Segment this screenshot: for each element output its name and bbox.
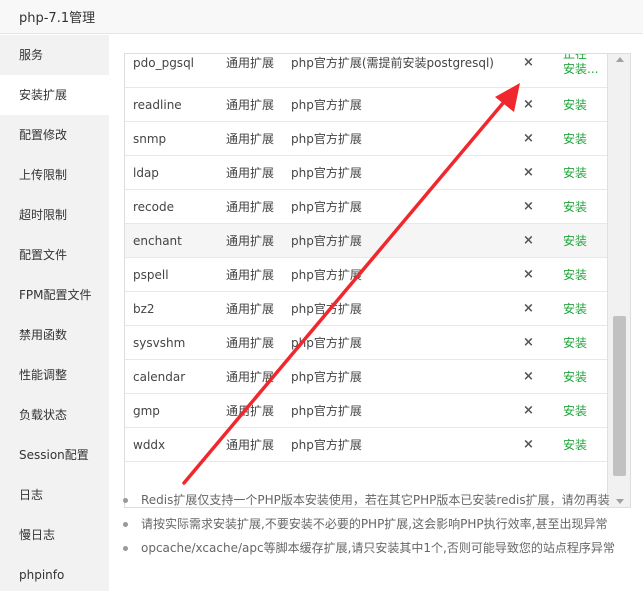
extension-type: 通用扩展 xyxy=(226,336,275,350)
table-row: wddx 通用扩展 php官方扩展 × 安装 xyxy=(125,428,607,462)
install-link[interactable]: 安装 xyxy=(563,326,587,360)
sidebar-item-config-file[interactable]: 配置文件 xyxy=(0,235,109,275)
sidebar-item-fpm-config-file[interactable]: FPM配置文件 xyxy=(0,275,109,315)
extension-name: calendar xyxy=(133,370,186,384)
table-scrollbar[interactable] xyxy=(607,54,630,507)
extension-type: 通用扩展 xyxy=(226,268,275,282)
install-link[interactable]: 安装 xyxy=(563,156,587,190)
extension-table: pdo_pgsql 通用扩展 php官方扩展(需提前安装postgresql) … xyxy=(124,53,631,508)
main-content: pdo_pgsql 通用扩展 php官方扩展(需提前安装postgresql) … xyxy=(109,35,643,591)
extension-name: gmp xyxy=(133,404,160,418)
install-link[interactable]: 安装 xyxy=(563,360,587,394)
install-link[interactable]: 安装 xyxy=(563,122,587,156)
sidebar-item-phpinfo[interactable]: phpinfo xyxy=(0,555,109,591)
table-row: snmp 通用扩展 php官方扩展 × 安装 xyxy=(125,122,607,156)
table-row: readline 通用扩展 php官方扩展 × 安装 xyxy=(125,88,607,122)
close-icon: × xyxy=(523,131,534,146)
extension-description: php官方扩展 xyxy=(291,200,362,214)
extension-description: php官方扩展 xyxy=(291,438,362,452)
sidebar-item-slow-log[interactable]: 慢日志 xyxy=(0,515,109,555)
sidebar-item-performance[interactable]: 性能调整 xyxy=(0,355,109,395)
extension-description: php官方扩展 xyxy=(291,166,362,180)
sidebar-item-install-extension[interactable]: 安装扩展 xyxy=(0,75,109,115)
extension-description: php官方扩展 xyxy=(291,302,362,316)
close-icon: × xyxy=(523,55,534,70)
window-title: php-7.1管理 xyxy=(19,11,96,26)
extension-description: php官方扩展 xyxy=(291,234,362,248)
sidebar-item-disabled-functions[interactable]: 禁用函数 xyxy=(0,315,109,355)
scrollbar-thumb[interactable] xyxy=(613,316,626,476)
sidebar-item-load-status[interactable]: 负载状态 xyxy=(0,395,109,435)
close-icon: × xyxy=(523,97,534,112)
install-link[interactable]: 安装 xyxy=(563,190,587,224)
notes-list: Redis扩展仅支持一个PHP版本安装使用，若在其它PHP版本已安装redis扩… xyxy=(121,488,636,560)
note-item: Redis扩展仅支持一个PHP版本安装使用，若在其它PHP版本已安装redis扩… xyxy=(121,488,636,512)
close-icon: × xyxy=(523,369,534,384)
sidebar-item-service[interactable]: 服务 xyxy=(0,35,109,75)
extension-description: php官方扩展(需提前安装postgresql) xyxy=(291,56,494,70)
extension-type: 通用扩展 xyxy=(226,132,275,146)
extension-description: php官方扩展 xyxy=(291,132,362,146)
extension-type: 通用扩展 xyxy=(226,438,275,452)
close-icon: × xyxy=(523,165,534,180)
note-item: opcache/xcache/apc等脚本缓存扩展,请只安装其中1个,否则可能导… xyxy=(121,536,636,560)
extension-type: 通用扩展 xyxy=(226,200,275,214)
table-row: enchant 通用扩展 php官方扩展 × 安装 xyxy=(125,224,607,258)
close-icon: × xyxy=(523,267,534,282)
sidebar: 服务 安装扩展 配置修改 上传限制 超时限制 配置文件 FPM配置文件 禁用函数… xyxy=(0,35,109,591)
table-row: gmp 通用扩展 php官方扩展 × 安装 xyxy=(125,394,607,428)
table-row: bz2 通用扩展 php官方扩展 × 安装 xyxy=(125,292,607,326)
scroll-up-arrow-icon[interactable] xyxy=(616,57,624,62)
extension-type: 通用扩展 xyxy=(226,234,275,248)
extension-type: 通用扩展 xyxy=(226,404,275,418)
close-icon: × xyxy=(523,301,534,316)
extension-type: 通用扩展 xyxy=(226,56,275,70)
extension-type: 通用扩展 xyxy=(226,370,275,384)
extension-name: recode xyxy=(133,200,174,214)
sidebar-item-log[interactable]: 日志 xyxy=(0,475,109,515)
table-row: recode 通用扩展 php官方扩展 × 安装 xyxy=(125,190,607,224)
install-link[interactable]: 安装 xyxy=(563,394,587,428)
install-link[interactable]: 安装 xyxy=(563,258,587,292)
close-icon: × xyxy=(523,437,534,452)
install-link[interactable]: 安装 xyxy=(563,88,587,122)
extension-name: ldap xyxy=(133,166,159,180)
extension-table-body: pdo_pgsql 通用扩展 php官方扩展(需提前安装postgresql) … xyxy=(125,53,607,462)
install-link[interactable]: 安装 xyxy=(563,292,587,326)
table-row: sysvshm 通用扩展 php官方扩展 × 安装 xyxy=(125,326,607,360)
extension-name: pspell xyxy=(133,268,169,282)
close-icon: × xyxy=(523,403,534,418)
extension-name: readline xyxy=(133,98,182,112)
extension-description: php官方扩展 xyxy=(291,336,362,350)
table-row: ldap 通用扩展 php官方扩展 × 安装 xyxy=(125,156,607,190)
extension-name: snmp xyxy=(133,132,167,146)
sidebar-item-config-edit[interactable]: 配置修改 xyxy=(0,115,109,155)
extension-description: php官方扩展 xyxy=(291,268,362,282)
extension-description: php官方扩展 xyxy=(291,370,362,384)
table-row: calendar 通用扩展 php官方扩展 × 安装 xyxy=(125,360,607,394)
extension-name: wddx xyxy=(133,438,166,452)
extension-type: 通用扩展 xyxy=(226,98,275,112)
extension-name: enchant xyxy=(133,234,182,248)
sidebar-item-timeout-limit[interactable]: 超时限制 xyxy=(0,195,109,235)
extension-type: 通用扩展 xyxy=(226,302,275,316)
close-icon: × xyxy=(523,199,534,214)
table-row: pdo_pgsql 通用扩展 php官方扩展(需提前安装postgresql) … xyxy=(125,53,607,88)
extension-name: sysvshm xyxy=(133,336,186,350)
extension-name: pdo_pgsql xyxy=(133,56,195,70)
note-item: 请按实际需求安装扩展,不要安装不必要的PHP扩展,这会影响PHP执行效率,甚至出… xyxy=(121,512,636,536)
install-link[interactable]: 安装 xyxy=(563,224,587,258)
extension-description: php官方扩展 xyxy=(291,98,362,112)
extension-name: bz2 xyxy=(133,302,155,316)
extension-type: 通用扩展 xyxy=(226,166,275,180)
close-icon: × xyxy=(523,233,534,248)
window-titlebar: php-7.1管理 xyxy=(0,0,643,34)
close-icon: × xyxy=(523,335,534,350)
installing-status: 正在 安装... xyxy=(563,53,599,76)
extension-description: php官方扩展 xyxy=(291,404,362,418)
sidebar-item-upload-limit[interactable]: 上传限制 xyxy=(0,155,109,195)
table-row: pspell 通用扩展 php官方扩展 × 安装 xyxy=(125,258,607,292)
sidebar-item-session-config[interactable]: Session配置 xyxy=(0,435,109,475)
install-link[interactable]: 安装 xyxy=(563,428,587,462)
